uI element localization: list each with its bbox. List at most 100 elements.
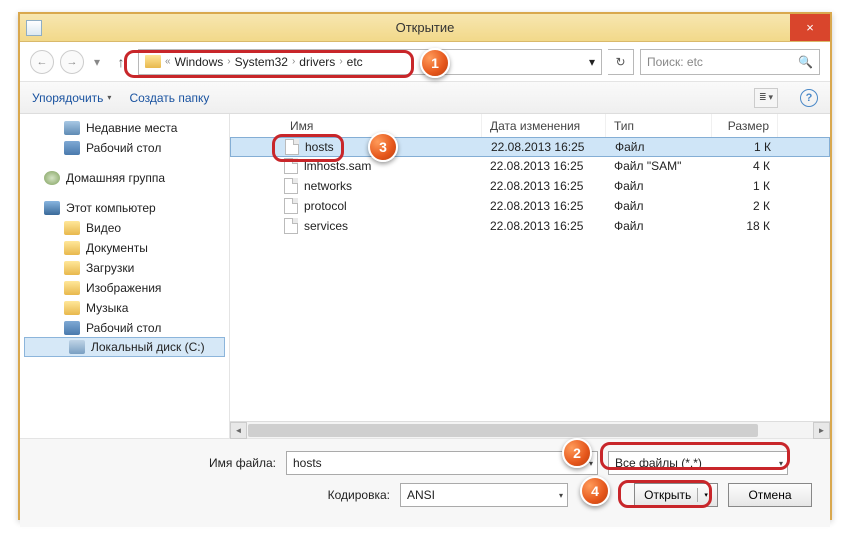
horizontal-scrollbar[interactable]: ◄ ►: [230, 421, 830, 438]
arrow-left-icon: ←: [37, 56, 48, 68]
refresh-button[interactable]: ↻: [608, 49, 634, 75]
recent-locations-button[interactable]: ▾: [90, 50, 104, 74]
column-header-size[interactable]: Размер: [712, 114, 778, 137]
column-header-name[interactable]: Имя: [230, 114, 482, 137]
file-icon: [285, 139, 299, 155]
sidebar-item-recent[interactable]: Недавние места: [20, 118, 229, 138]
new-folder-button[interactable]: Создать папку: [129, 91, 209, 105]
file-size: 1 К: [712, 179, 778, 193]
chevron-down-icon: ▾: [94, 55, 100, 69]
bottom-panel: Имя файла: hosts ▾ Все файлы (*.*) ▾ Код…: [20, 438, 830, 527]
sidebar-item-label: Загрузки: [86, 261, 134, 275]
help-button[interactable]: ?: [800, 89, 818, 107]
app-icon: [26, 20, 42, 36]
file-filter-select[interactable]: Все файлы (*.*) ▾: [608, 451, 788, 475]
scroll-thumb[interactable]: [248, 424, 758, 437]
sidebar-item-desktop-2[interactable]: Рабочий стол: [20, 318, 229, 338]
sidebar-item-label: Домашняя группа: [66, 171, 165, 185]
folder-icon: [64, 241, 80, 255]
file-date: 22.08.2013 16:25: [483, 140, 607, 154]
close-icon: ×: [806, 20, 814, 35]
search-input[interactable]: Поиск: etc 🔍: [640, 49, 820, 75]
file-type: Файл: [606, 179, 712, 193]
file-row[interactable]: hosts22.08.2013 16:25Файл1 К: [230, 137, 830, 157]
close-button[interactable]: ×: [790, 14, 830, 41]
forward-button[interactable]: →: [60, 50, 84, 74]
scroll-left-button[interactable]: ◄: [230, 422, 247, 439]
sidebar-item-label: Документы: [86, 241, 148, 255]
sidebar-item-desktop[interactable]: Рабочий стол: [20, 138, 229, 158]
breadcrumb-segment[interactable]: etc: [347, 55, 363, 69]
sidebar-item-homegroup[interactable]: Домашняя группа: [20, 168, 229, 188]
chevron-right-icon: ›: [339, 56, 342, 67]
search-icon: 🔍: [798, 55, 813, 69]
file-row[interactable]: lmhosts.sam22.08.2013 16:25Файл "SAM"4 К: [230, 156, 830, 176]
breadcrumb-dropdown[interactable]: ▾: [589, 55, 595, 69]
chevron-down-icon: ▾: [779, 459, 783, 468]
breadcrumb-ellipsis: «: [165, 56, 171, 67]
file-list-pane: Имя Дата изменения Тип Размер hosts 22.08…: [230, 114, 830, 438]
arrow-right-icon: →: [67, 56, 78, 68]
chevron-right-icon: ›: [227, 56, 230, 67]
window-title: Открытие: [396, 20, 455, 35]
file-name: protocol: [304, 199, 347, 213]
search-placeholder: Поиск: etc: [647, 55, 703, 69]
chevron-down-icon: ▾: [107, 93, 111, 102]
folder-icon: [64, 301, 80, 315]
column-headers: Имя Дата изменения Тип Размер: [230, 114, 830, 138]
file-icon: [284, 178, 298, 194]
filename-input[interactable]: hosts ▾: [286, 451, 598, 475]
sidebar-item-label: Этот компьютер: [66, 201, 156, 215]
file-name: hosts: [305, 140, 334, 154]
file-type: Файл: [606, 199, 712, 213]
sidebar-item-documents[interactable]: Документы: [20, 238, 229, 258]
file-icon: [284, 198, 298, 214]
filename-value: hosts: [293, 456, 322, 470]
file-type: Файл: [606, 219, 712, 233]
organize-label: Упорядочить: [32, 91, 103, 105]
sidebar-item-downloads[interactable]: Загрузки: [20, 258, 229, 278]
file-date: 22.08.2013 16:25: [482, 219, 606, 233]
arrow-up-icon: ↑: [118, 54, 125, 70]
file-name: services: [304, 219, 348, 233]
up-button[interactable]: ↑: [110, 51, 132, 73]
back-button[interactable]: ←: [30, 50, 54, 74]
file-icon: [284, 158, 298, 174]
sidebar-item-label: Рабочий стол: [86, 321, 161, 335]
file-icon: [284, 218, 298, 234]
sidebar-item-video[interactable]: Видео: [20, 218, 229, 238]
sidebar-item-music[interactable]: Музыка: [20, 298, 229, 318]
file-type: Файл "SAM": [606, 159, 712, 173]
homegroup-icon: [44, 171, 60, 185]
folder-icon: [145, 55, 161, 68]
sidebar-item-pictures[interactable]: Изображения: [20, 278, 229, 298]
encoding-label: Кодировка:: [38, 488, 390, 502]
file-date: 22.08.2013 16:25: [482, 159, 606, 173]
sidebar-item-local-disk-c[interactable]: Локальный диск (C:): [24, 337, 225, 357]
recent-icon: [64, 121, 80, 135]
open-button-label: Открыть: [644, 488, 691, 502]
cancel-button[interactable]: Отмена: [728, 483, 812, 507]
address-breadcrumb[interactable]: « Windows › System32 › drivers › etc ▾: [138, 49, 602, 75]
breadcrumb-segment[interactable]: Windows: [175, 55, 224, 69]
chevron-right-icon: ›: [292, 56, 295, 67]
open-button[interactable]: Открыть ▾: [634, 483, 718, 507]
column-header-date[interactable]: Дата изменения: [482, 114, 606, 137]
encoding-select[interactable]: ANSI ▾: [400, 483, 568, 507]
folder-icon: [64, 221, 80, 235]
organize-button[interactable]: Упорядочить ▾: [32, 91, 111, 105]
file-row[interactable]: protocol22.08.2013 16:25Файл2 К: [230, 196, 830, 216]
breadcrumb-segment[interactable]: System32: [235, 55, 288, 69]
sidebar-item-computer[interactable]: Этот компьютер: [20, 198, 229, 218]
file-row[interactable]: services22.08.2013 16:25Файл18 К: [230, 216, 830, 236]
cancel-button-label: Отмена: [748, 488, 791, 502]
chevron-down-icon: ▾: [704, 491, 708, 499]
column-header-type[interactable]: Тип: [606, 114, 712, 137]
file-row[interactable]: networks22.08.2013 16:25Файл1 К: [230, 176, 830, 196]
scroll-right-button[interactable]: ►: [813, 422, 830, 439]
file-type: Файл: [607, 140, 713, 154]
file-size: 2 К: [712, 199, 778, 213]
view-mode-button[interactable]: ≣ ▾: [754, 88, 778, 108]
breadcrumb-segment[interactable]: drivers: [299, 55, 335, 69]
new-folder-label: Создать папку: [129, 91, 209, 105]
